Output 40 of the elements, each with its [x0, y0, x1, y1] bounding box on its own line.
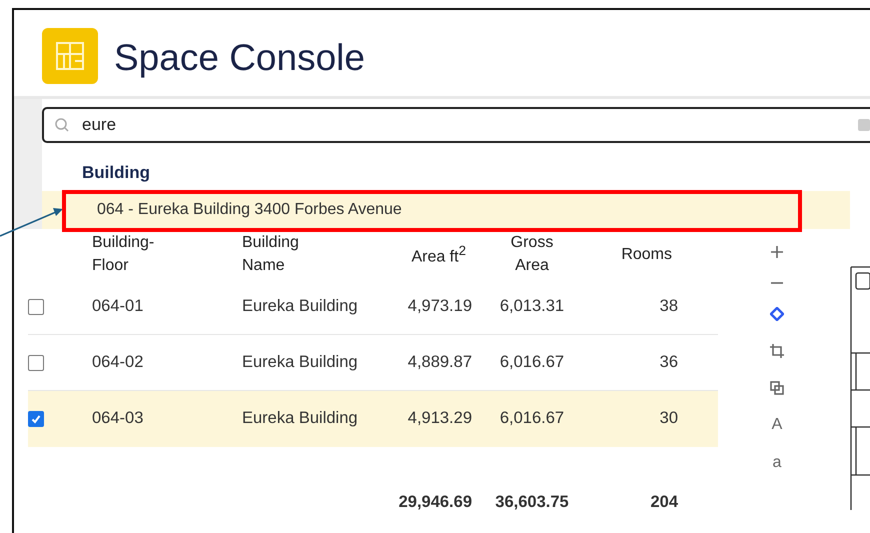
table-cell-text: Eureka Building [242, 409, 359, 428]
floor-plan-logo-icon [42, 28, 98, 84]
column-header: Gross Area [510, 233, 554, 276]
table-cell-text: 6,016.67 [498, 409, 566, 428]
table-cell-text: 6,016.67 [498, 353, 566, 372]
row-checkbox[interactable] [28, 354, 44, 370]
table-cell-text: 4,889.87 [406, 353, 472, 372]
text-tool-button[interactable]: a [772, 455, 782, 471]
total-rooms: 204 [649, 493, 678, 512]
table-cell-text: Eureka Building [242, 297, 359, 316]
table-cell-text: Eureka Building [242, 353, 359, 372]
row-checkbox[interactable] [28, 298, 44, 314]
column-header: Building Name [242, 233, 300, 276]
zoom-out-icon[interactable] [770, 281, 784, 285]
annotation-arrow [0, 206, 64, 238]
app-title: Space Console [114, 37, 365, 79]
table-cell-text: 064-03 [92, 409, 144, 428]
table-cell-text: 30 [658, 409, 678, 428]
table-cell-text: 4,913.29 [406, 409, 472, 428]
table-cell-text: 064-01 [92, 297, 144, 316]
table-cell-text: 36 [658, 353, 678, 372]
search-icon [54, 117, 70, 133]
column-header: Area ft$^{2}$ [410, 242, 467, 268]
total-area: 29,946.69 [377, 493, 472, 512]
text-tool-button[interactable]: A [772, 417, 782, 433]
table-cell-text: 6,013.31 [498, 297, 566, 316]
table-cell-text: 38 [658, 297, 678, 316]
search-field[interactable]: eure [42, 107, 870, 143]
suggestion-group-label: Building [82, 163, 151, 183]
table-cell-text: 064-02 [92, 353, 144, 372]
copy-icon[interactable] [770, 381, 784, 395]
row-checkbox[interactable] [28, 410, 44, 426]
checkmark-icon [30, 412, 42, 424]
column-header: Building- Floor [92, 233, 156, 276]
crop-icon[interactable] [769, 343, 785, 359]
zoom-in-icon[interactable] [770, 245, 784, 259]
table-cell-text: 4,973.19 [406, 297, 472, 316]
total-gross-area: 36,603.75 [472, 493, 592, 512]
column-header: Rooms [620, 244, 673, 264]
diamond-icon[interactable] [770, 307, 784, 321]
